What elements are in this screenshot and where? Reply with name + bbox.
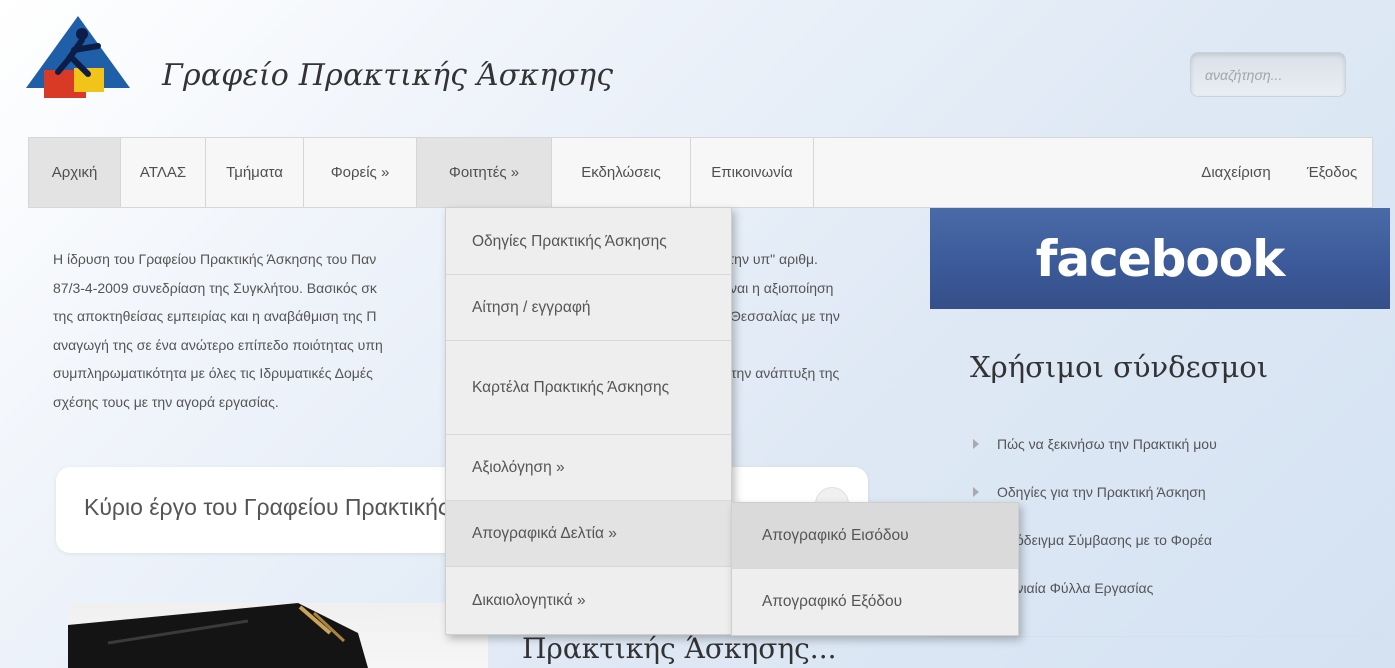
intro-line: σχέσης τους με την αγορά εργασίας. bbox=[53, 393, 279, 410]
menu-item-evaluation[interactable]: Αξιολόγηση » bbox=[446, 435, 731, 501]
census-submenu: Απογραφικό Εισόδου Απογραφικό Εξόδου bbox=[731, 502, 1019, 636]
menu-item-internship-card[interactable]: Καρτέλα Πρακτικής Άσκησης bbox=[446, 341, 731, 435]
nav-admin[interactable]: Διαχείριση bbox=[1180, 138, 1292, 207]
useful-link[interactable]: Πώς να ξεκινήσω την Πρακτική μου bbox=[970, 420, 1217, 468]
site-title[interactable]: Γραφείο Πρακτικής Άσκησης bbox=[162, 58, 613, 93]
intro-line: αναγωγή της σε ένα ανώτερο επίπεδο ποιότ… bbox=[53, 336, 383, 353]
nav-students[interactable]: Φοιτητές » bbox=[417, 138, 552, 207]
menu-item-documents[interactable]: Δικαιολογητικά » bbox=[446, 567, 731, 634]
intro-line: της αποκτηθείσας εμπειρίας και η αναβάθμ… bbox=[53, 308, 377, 324]
intro-line: 87/3-4-2009 συνεδρίαση της Συγκλήτου. Βα… bbox=[53, 279, 377, 296]
search-input[interactable] bbox=[1190, 52, 1346, 97]
main-nav: Αρχική ΑΤΛΑΣ Τμήματα Φορείς » Φοιτητές »… bbox=[28, 137, 1373, 208]
nav-events[interactable]: Εκδηλώσεις bbox=[552, 138, 691, 207]
intro-line-right: την ανάπτυξη της bbox=[731, 365, 840, 381]
intro-line: συμπληρωματικότητα με όλες τις Ιδρυματικ… bbox=[53, 365, 373, 381]
box-title: Κύριο έργο του Γραφείου Πρακτικής Άσκηση… bbox=[84, 494, 464, 520]
intro-line-right: στην υπ" αριθμ. bbox=[720, 251, 818, 267]
nav-contact[interactable]: Επικοινωνία bbox=[691, 138, 814, 207]
menu-item-application[interactable]: Αίτηση / εγγραφή bbox=[446, 275, 731, 341]
intro-line: Η ίδρυση του Γραφείου Πρακτικής Άσκησης … bbox=[53, 251, 377, 267]
nav-home[interactable]: Αρχική bbox=[29, 138, 121, 207]
submenu-item-entry-census[interactable]: Απογραφικό Εισόδου bbox=[732, 503, 1018, 569]
arrow-right-icon bbox=[973, 439, 979, 449]
students-dropdown: Οδηγίες Πρακτικής Άσκησης Αίτηση / εγγρα… bbox=[445, 207, 732, 635]
nav-logout[interactable]: Έξοδος bbox=[1292, 138, 1372, 207]
nav-departments[interactable]: Τμήματα bbox=[206, 138, 304, 207]
submenu-item-exit-census[interactable]: Απογραφικό Εξόδου bbox=[732, 569, 1018, 635]
facebook-banner[interactable]: facebook bbox=[930, 208, 1390, 309]
intro-line-right: Θεσσαλίας με την bbox=[730, 308, 840, 324]
menu-item-guidelines[interactable]: Οδηγίες Πρακτικής Άσκησης bbox=[446, 208, 731, 275]
arrow-right-icon bbox=[973, 487, 979, 497]
article-image[interactable] bbox=[68, 603, 488, 668]
sidebar-title: Χρήσιμοι σύνδεσμοι bbox=[970, 350, 1269, 384]
article-title[interactable]: Πρακτικής Άσκησης... bbox=[522, 632, 837, 665]
menu-item-census-forms[interactable]: Απογραφικά Δελτία » bbox=[446, 501, 731, 567]
nav-organizations[interactable]: Φορείς » bbox=[304, 138, 417, 207]
site-logo[interactable] bbox=[24, 14, 132, 100]
intro-line-right: ναι η αξιοποίηση bbox=[730, 279, 834, 296]
sidebar-divider bbox=[930, 636, 1390, 637]
nav-atlas[interactable]: ΑΤΛΑΣ bbox=[121, 138, 206, 207]
